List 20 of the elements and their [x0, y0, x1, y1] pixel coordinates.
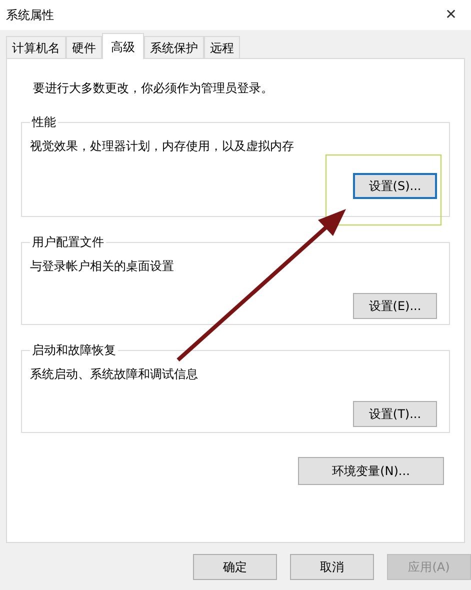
settings-button[interactable]: 设置(T)... — [353, 401, 437, 427]
tab[interactable]: 系统保护 — [144, 36, 204, 58]
admin-notice: 要进行大多数更改，你必须作为管理员登录。 — [33, 80, 274, 97]
tab[interactable]: 远程 — [204, 36, 240, 58]
tab[interactable]: 计算机名 — [6, 36, 66, 58]
group-title: 性能 — [30, 114, 57, 131]
group-description: 系统启动、系统故障和调试信息 — [30, 366, 199, 383]
tab[interactable]: 硬件 — [66, 36, 102, 58]
group-title: 用户配置文件 — [31, 234, 105, 251]
tab[interactable]: 高级 — [102, 33, 144, 59]
settings-button[interactable]: 设置(E)... — [353, 293, 437, 319]
group-description: 视觉效果，处理器计划，内存使用，以及虚拟内存 — [30, 138, 295, 155]
settings-button[interactable]: 设置(S)... — [353, 173, 437, 199]
close-button[interactable]: ✕ — [437, 3, 465, 27]
group-title: 启动和故障恢复 — [31, 342, 117, 359]
group-description: 与登录帐户相关的桌面设置 — [30, 258, 175, 275]
window-title: 系统属性 — [6, 7, 54, 24]
environment-variables-button[interactable]: 环境变量(N)... — [298, 457, 444, 485]
dialog-button[interactable]: 取消 — [290, 554, 374, 580]
dialog-button[interactable]: 确定 — [193, 554, 277, 580]
